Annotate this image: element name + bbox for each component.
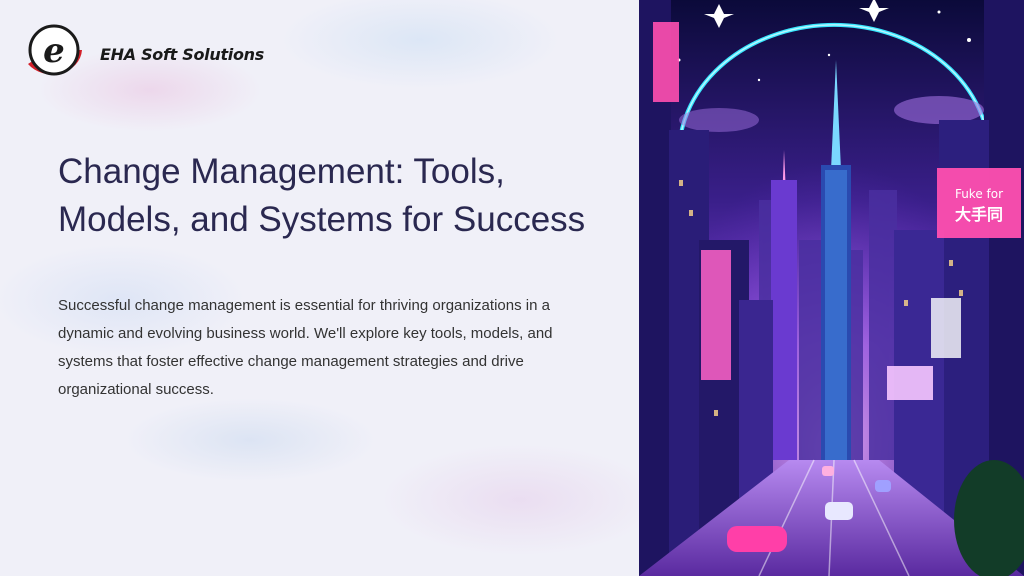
- svg-text:大手同: 大手同: [955, 205, 1003, 224]
- slide-title: Change Management: Tools, Models, and Sy…: [58, 152, 586, 239]
- brand-name: EHA Soft Solutions: [100, 45, 264, 64]
- eha-logo-icon: e: [28, 24, 82, 76]
- slide-description: Successful change management is essentia…: [58, 297, 553, 398]
- neon-city-illustration: Fuke for 大手同: [639, 0, 1024, 576]
- svg-text:e: e: [43, 31, 65, 71]
- svg-text:Fuke for: Fuke for: [955, 187, 1003, 201]
- background: [0, 0, 640, 576]
